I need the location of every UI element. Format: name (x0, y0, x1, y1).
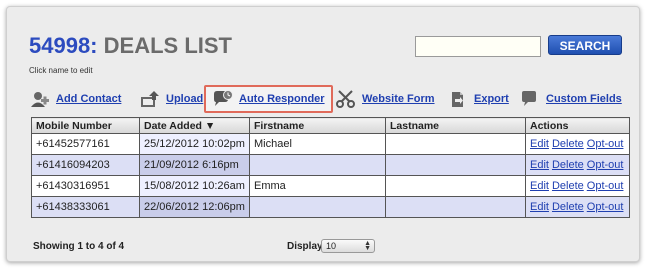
cell-mobile: +61438333061 (31, 196, 140, 218)
opt-out-link[interactable]: Opt-out (587, 180, 624, 192)
list-title: DEALS LIST (103, 33, 232, 58)
delete-link[interactable]: Delete (552, 201, 584, 213)
edit-link[interactable]: Edit (530, 180, 549, 192)
cell-date-added: 22/06/2012 12:06pm (139, 196, 250, 218)
edit-link[interactable]: Edit (530, 159, 549, 171)
upload-icon (139, 90, 161, 108)
upload-link[interactable]: Upload (139, 87, 203, 111)
page-title: 54998: DEALS LIST (29, 33, 232, 59)
cell-lastname[interactable] (385, 154, 526, 176)
custom-fields-label: Custom Fields (546, 93, 622, 105)
cell-firstname[interactable]: Michael (249, 133, 386, 155)
website-form-label: Website Form (362, 93, 435, 105)
search-input[interactable] (415, 36, 541, 57)
cell-date-added: 21/09/2012 6:16pm (139, 154, 250, 176)
add-contact-label: Add Contact (56, 93, 122, 105)
toolbar: Add Contact Upload Auto Responder Websit… (29, 85, 629, 113)
display-count-select[interactable]: 10 ▲ ▼ (321, 239, 375, 253)
opt-out-link[interactable]: Opt-out (587, 138, 624, 150)
column-header-mobile[interactable]: Mobile Number (31, 117, 140, 134)
add-contact-link[interactable]: Add Contact (29, 87, 121, 111)
display-label: Display (287, 241, 323, 252)
table-row: +61452577161 25/12/2012 10:02pm Michael … (31, 133, 630, 155)
list-id: 54998: (29, 33, 98, 58)
table-row: +61416094203 21/09/2012 6:16pm Edit Delet… (31, 154, 630, 176)
cell-actions: Edit Delete Opt-out (525, 154, 630, 176)
delete-link[interactable]: Delete (552, 138, 584, 150)
cell-actions: Edit Delete Opt-out (525, 196, 630, 218)
cell-date-added: 25/12/2012 10:02pm (139, 133, 250, 155)
cell-lastname[interactable] (385, 196, 526, 218)
cell-lastname[interactable] (385, 133, 526, 155)
cell-date-added: 15/08/2012 10:26am (139, 175, 250, 197)
speech-bubble-icon (519, 90, 541, 108)
delete-link[interactable]: Delete (552, 159, 584, 171)
cell-firstname[interactable] (249, 196, 386, 218)
cell-lastname[interactable] (385, 175, 526, 197)
upload-label: Upload (166, 93, 204, 105)
search-button[interactable]: SEARCH (548, 35, 622, 55)
custom-fields-link[interactable]: Custom Fields (519, 87, 622, 111)
edit-link[interactable]: Edit (530, 201, 549, 213)
auto-responder-label: Auto Responder (239, 93, 325, 105)
pagination-summary: Showing 1 to 4 of 4 (33, 241, 125, 252)
export-link[interactable]: Export (447, 87, 509, 111)
select-arrows-icon: ▲ ▼ (364, 240, 371, 252)
export-icon (447, 90, 469, 108)
contacts-table: Mobile Number Date Added ▼ Firstname Las… (31, 117, 630, 218)
auto-responder-link[interactable]: Auto Responder (204, 85, 333, 113)
table-row: +61438333061 22/06/2012 12:06pm Edit Dele… (31, 196, 630, 218)
table-row: +61430316951 15/08/2012 10:26am Emma Edi… (31, 175, 630, 197)
add-contact-icon (29, 90, 51, 108)
auto-responder-icon (212, 90, 234, 108)
column-header-lastname[interactable]: Lastname (385, 117, 526, 134)
cell-firstname[interactable] (249, 154, 386, 176)
edit-hint: Click name to edit (29, 66, 93, 75)
cell-mobile: +61416094203 (31, 154, 140, 176)
opt-out-link[interactable]: Opt-out (587, 159, 624, 171)
delete-link[interactable]: Delete (552, 180, 584, 192)
cell-mobile: +61430316951 (31, 175, 140, 197)
column-header-firstname[interactable]: Firstname (249, 117, 386, 134)
display-count-value: 10 (326, 241, 337, 251)
column-header-date-added[interactable]: Date Added ▼ (139, 117, 250, 134)
scissors-icon (335, 90, 357, 108)
table-header-row: Mobile Number Date Added ▼ Firstname Las… (31, 117, 630, 134)
cell-actions: Edit Delete Opt-out (525, 175, 630, 197)
opt-out-link[interactable]: Opt-out (587, 201, 624, 213)
edit-link[interactable]: Edit (530, 138, 549, 150)
website-form-link[interactable]: Website Form (335, 87, 435, 111)
cell-firstname[interactable]: Emma (249, 175, 386, 197)
column-header-actions: Actions (525, 117, 630, 134)
export-label: Export (474, 93, 509, 105)
cell-mobile: +61452577161 (31, 133, 140, 155)
cell-actions: Edit Delete Opt-out (525, 133, 630, 155)
deals-list-panel: 54998: DEALS LIST Click name to edit SEA… (6, 6, 640, 262)
